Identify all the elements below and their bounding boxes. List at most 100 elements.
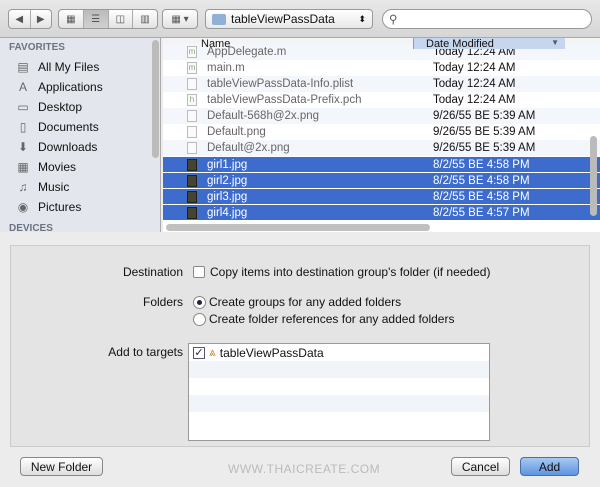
file-name: girl4.jpg bbox=[207, 206, 248, 219]
file-row[interactable]: m main.m Today 12:24 AM bbox=[163, 60, 600, 76]
sidebar-item-desktop[interactable]: ▭ Desktop bbox=[0, 97, 160, 117]
file-name: AppDelegate.m bbox=[207, 46, 287, 58]
file-name: girl3.jpg bbox=[207, 190, 248, 203]
search-input[interactable]: ⚲ bbox=[382, 9, 592, 29]
all-my-files-icon: ▤ bbox=[17, 60, 29, 74]
file-row[interactable]: tableViewPassData-Info.plist Today 12:24 … bbox=[163, 76, 600, 92]
file-row[interactable]: h tableViewPassData-Prefix.pch Today 12:24… bbox=[163, 92, 600, 108]
file-date: 9/26/55 BE 5:39 AM bbox=[433, 142, 536, 154]
destination-label: Destination bbox=[122, 265, 183, 279]
pictures-icon: ◉ bbox=[17, 200, 29, 214]
sidebar-item-label: Pictures bbox=[38, 200, 82, 214]
file-icon bbox=[187, 110, 197, 122]
target-row[interactable]: ✓ ⩓ tableViewPassData bbox=[189, 344, 489, 361]
arrange-button[interactable]: ▦ ▾ bbox=[162, 9, 198, 29]
folders-label: Folders bbox=[142, 295, 183, 309]
file-date: 9/26/55 BE 5:39 AM bbox=[433, 126, 536, 138]
file-list: Name Date Modified ▼ m AppDelegate.m Today 1… bbox=[163, 38, 600, 232]
file-name: main.m bbox=[207, 62, 245, 74]
file-icon bbox=[187, 206, 197, 219]
icon-view-icon[interactable]: ▦ bbox=[59, 10, 84, 28]
file-icon bbox=[187, 126, 197, 138]
sidebar-section-favorites: FAVORITES bbox=[9, 42, 65, 53]
column-view-icon[interactable]: ◫ bbox=[109, 10, 134, 28]
file-row[interactable]: Default-568h@2x.png 9/26/55 BE 5:39 AM bbox=[163, 108, 600, 124]
target-name: tableViewPassData bbox=[219, 345, 324, 360]
sidebar-item-documents[interactable]: ▯ Documents bbox=[0, 117, 160, 137]
file-icon bbox=[187, 190, 197, 203]
view-mode-buttons[interactable]: ▦ ☰ ◫ ▥ bbox=[58, 9, 158, 29]
music-icon: ♫ bbox=[18, 180, 28, 194]
arrange-icon[interactable]: ▦ ▾ bbox=[163, 10, 197, 28]
sidebar-item-label: Music bbox=[38, 180, 70, 194]
sort-chevron-icon: ▼ bbox=[551, 38, 559, 47]
file-row[interactable]: girl1.jpg 8/2/55 BE 4:58 PM bbox=[163, 156, 600, 172]
search-icon: ⚲ bbox=[389, 14, 398, 26]
file-icon bbox=[187, 78, 197, 90]
forward-icon[interactable]: ▶ bbox=[31, 10, 52, 28]
applications-icon: A bbox=[18, 80, 27, 94]
file-icon bbox=[187, 158, 197, 171]
sidebar-item-label: All My Files bbox=[38, 60, 100, 74]
sidebar-item-label: Documents bbox=[38, 120, 99, 134]
updown-icon: ⬍ bbox=[358, 13, 366, 24]
sidebar-scrollbar[interactable] bbox=[152, 40, 159, 158]
sidebar-item-movies[interactable]: ▦ Movies bbox=[0, 157, 160, 177]
app-target-icon: ⩓ bbox=[209, 345, 216, 359]
copy-items-checkbox[interactable]: Copy items into destination group's fold… bbox=[193, 265, 490, 279]
create-folder-references-radio[interactable]: Create folder references for any added f… bbox=[193, 312, 454, 326]
back-forward-buttons[interactable]: ◀ ▶ bbox=[8, 9, 52, 29]
file-row[interactable]: girl3.jpg 8/2/55 BE 4:58 PM bbox=[163, 188, 600, 204]
sidebar-item-label: Applications bbox=[38, 80, 103, 94]
sidebar: FAVORITES ▤ All My Files A Applications ▭ Des… bbox=[0, 38, 161, 232]
sidebar-item-label: Movies bbox=[38, 160, 77, 174]
file-icon: m bbox=[187, 46, 197, 58]
target-checkbox[interactable]: ✓ bbox=[193, 346, 205, 359]
file-name: tableViewPassData-Info.plist bbox=[207, 78, 354, 90]
file-name: girl1.jpg bbox=[207, 158, 248, 171]
file-date: Today 12:24 AM bbox=[433, 78, 516, 90]
file-date: Today 12:24 AM bbox=[433, 94, 516, 106]
file-name: Default.png bbox=[207, 126, 266, 138]
add-to-targets-label: Add to targets bbox=[108, 345, 183, 359]
file-icon bbox=[187, 142, 197, 154]
file-date: Today 12:24 AM bbox=[433, 62, 516, 74]
file-row[interactable]: girl2.jpg 8/2/55 BE 4:58 PM bbox=[163, 172, 600, 188]
file-name: Default-568h@2x.png bbox=[207, 110, 320, 122]
create-groups-radio[interactable]: Create groups for any added folders bbox=[193, 295, 401, 309]
sidebar-item-downloads[interactable]: ⬇ Downloads bbox=[0, 137, 160, 157]
list-scrollbar[interactable] bbox=[590, 136, 597, 216]
sidebar-item-pictures[interactable]: ◉ Pictures bbox=[0, 197, 160, 217]
file-icon: m bbox=[187, 62, 197, 74]
toolbar: ◀ ▶ ▦ ☰ ◫ ▥ ▦ ▾ tableViewPassData ⬍ ⚲ bbox=[0, 0, 600, 38]
column-header-date[interactable]: Date Modified ▼ bbox=[413, 38, 565, 50]
file-date: 8/2/55 BE 4:58 PM bbox=[433, 174, 530, 187]
sidebar-item-music[interactable]: ♫ Music bbox=[0, 177, 160, 197]
new-folder-button[interactable]: New Folder bbox=[20, 457, 103, 476]
desktop-icon: ▭ bbox=[17, 100, 29, 114]
cancel-button[interactable]: Cancel bbox=[451, 457, 510, 476]
horizontal-scrollbar[interactable] bbox=[166, 224, 430, 231]
movies-icon: ▦ bbox=[17, 160, 29, 174]
file-row[interactable]: Default.png 9/26/55 BE 5:39 AM bbox=[163, 124, 600, 140]
sidebar-item-label: Desktop bbox=[38, 100, 83, 114]
sidebar-item-applications[interactable]: A Applications bbox=[0, 77, 160, 97]
coverflow-view-icon[interactable]: ▥ bbox=[133, 10, 157, 28]
downloads-icon: ⬇ bbox=[17, 140, 29, 154]
file-row[interactable]: Default@2x.png 9/26/55 BE 5:39 AM bbox=[163, 140, 600, 156]
sidebar-section-devices: DEVICES bbox=[9, 223, 53, 232]
list-view-icon[interactable]: ☰ bbox=[83, 10, 109, 28]
sidebar-item-all-my-files[interactable]: ▤ All My Files bbox=[0, 57, 160, 77]
back-icon[interactable]: ◀ bbox=[9, 10, 31, 28]
file-icon bbox=[187, 174, 197, 187]
add-button[interactable]: Add bbox=[520, 457, 579, 476]
file-date: 8/2/55 BE 4:57 PM bbox=[433, 206, 530, 219]
path-popup[interactable]: tableViewPassData ⬍ bbox=[205, 9, 373, 29]
sidebar-item-label: Downloads bbox=[38, 140, 98, 154]
targets-list: ✓ ⩓ tableViewPassData bbox=[188, 343, 490, 441]
file-row[interactable]: girl4.jpg 8/2/55 BE 4:57 PM bbox=[163, 204, 600, 220]
file-name: Default@2x.png bbox=[207, 142, 290, 154]
path-label: tableViewPassData bbox=[231, 12, 335, 26]
file-date: 8/2/55 BE 4:58 PM bbox=[433, 190, 530, 203]
documents-icon: ▯ bbox=[19, 120, 27, 134]
